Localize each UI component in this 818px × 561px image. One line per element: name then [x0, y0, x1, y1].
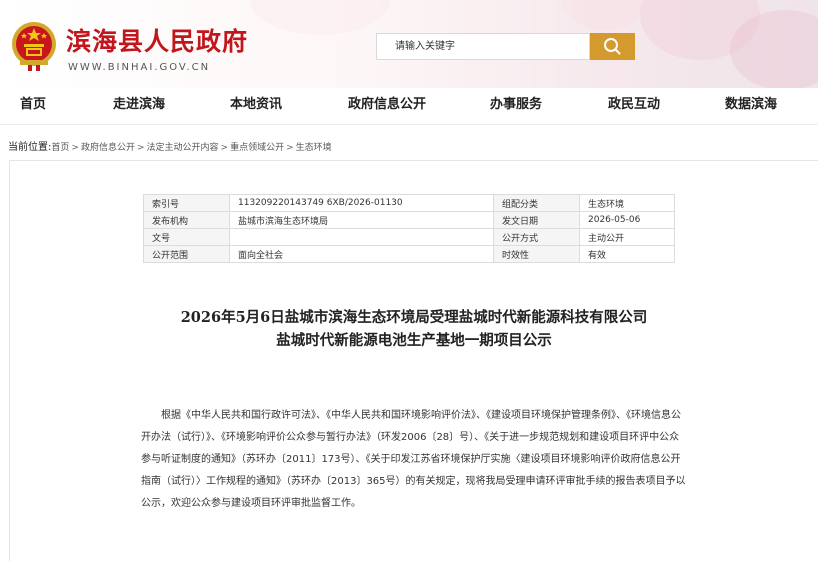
article-title-line: 盐城时代新能源电池生产基地一期项目公示 — [276, 332, 552, 349]
table-row: 公开范围 面向全社会 时效性 有效 — [143, 245, 675, 263]
breadcrumb-ecology[interactable]: 生态环境 — [296, 143, 332, 153]
meta-value: 113209220143749 6XB/2026-01130 — [229, 194, 494, 212]
breadcrumb: 当前位置:首页 > 政府信息公开 > 法定主动公开内容 > 重点领域公开 > 生态环境 — [8, 138, 332, 153]
nav-gov-info[interactable]: 政府信息公开 — [348, 88, 426, 124]
breadcrumb-key-areas[interactable]: 重点领域公开 — [230, 143, 284, 153]
national-emblem-icon — [12, 22, 56, 71]
article-container: 索引号 113209220143749 6XB/2026-01130 组配分类 … — [9, 160, 818, 561]
article-title: 2026年5月6日盐城市滨海生态环境局受理盐城时代新能源科技有限公司 盐城时代新… — [10, 306, 818, 352]
main-nav: 首页 走进滨海 本地资讯 政府信息公开 办事服务 政民互动 数据滨海 — [0, 88, 818, 125]
breadcrumb-separator: > — [220, 143, 229, 153]
nav-services[interactable]: 办事服务 — [490, 88, 542, 124]
site-header: 滨海县人民政府 WWW.BINHAI.GOV.CN — [0, 0, 818, 88]
breadcrumb-separator: > — [71, 143, 79, 153]
meta-label: 组配分类 — [493, 194, 580, 212]
breadcrumb-statutory[interactable]: 法定主动公开内容 — [147, 143, 219, 153]
breadcrumb-home[interactable]: 首页 — [51, 143, 69, 153]
table-row: 索引号 113209220143749 6XB/2026-01130 组配分类 … — [143, 194, 675, 212]
article-title-line: 2026年5月6日盐城市滨海生态环境局受理盐城时代新能源科技有限公司 — [180, 309, 648, 326]
breadcrumb-separator: > — [136, 143, 145, 153]
meta-label: 时效性 — [493, 245, 580, 263]
meta-label: 公开范围 — [143, 245, 230, 263]
meta-label: 索引号 — [143, 194, 230, 212]
meta-label: 文号 — [143, 228, 230, 246]
decorative-petal — [560, 0, 650, 30]
site-domain: WWW.BINHAI.GOV.CN — [68, 62, 211, 73]
nav-interaction[interactable]: 政民互动 — [608, 88, 660, 124]
decorative-petal — [250, 0, 390, 35]
meta-value — [229, 228, 494, 246]
meta-value: 面向全社会 — [229, 245, 494, 263]
meta-label: 公开方式 — [493, 228, 580, 246]
meta-value: 有效 — [579, 245, 675, 263]
site-title[interactable]: 滨海县人民政府 — [66, 22, 248, 58]
document-meta-table: 索引号 113209220143749 6XB/2026-01130 组配分类 … — [143, 194, 675, 263]
meta-value: 主动公开 — [579, 228, 675, 246]
breadcrumb-gov-info[interactable]: 政府信息公开 — [81, 143, 135, 153]
meta-label: 发文日期 — [493, 211, 580, 229]
search-icon — [604, 38, 621, 55]
nav-local-news[interactable]: 本地资讯 — [230, 88, 282, 124]
table-row: 发布机构 盐城市滨海生态环境局 发文日期 2026-05-06 — [143, 211, 675, 229]
breadcrumb-separator: > — [286, 143, 294, 153]
meta-value: 盐城市滨海生态环境局 — [229, 211, 494, 229]
search-button[interactable] — [590, 33, 635, 60]
table-row: 文号 公开方式 主动公开 — [143, 228, 675, 246]
meta-value: 2026-05-06 — [579, 211, 675, 229]
breadcrumb-lead: 当前位置: — [8, 142, 52, 153]
nav-home[interactable]: 首页 — [20, 88, 46, 124]
nav-about[interactable]: 走进滨海 — [113, 88, 165, 124]
nav-data[interactable]: 数据滨海 — [725, 88, 777, 124]
search-input[interactable] — [376, 33, 590, 60]
article-paragraph: 根据《中华人民共和国行政许可法》、《中华人民共和国环境影响评价法》、《建设项目环… — [141, 410, 686, 509]
meta-value: 生态环境 — [579, 194, 675, 212]
article-body: 根据《中华人民共和国行政许可法》、《中华人民共和国环境影响评价法》、《建设项目环… — [141, 405, 689, 515]
meta-label: 发布机构 — [143, 211, 230, 229]
